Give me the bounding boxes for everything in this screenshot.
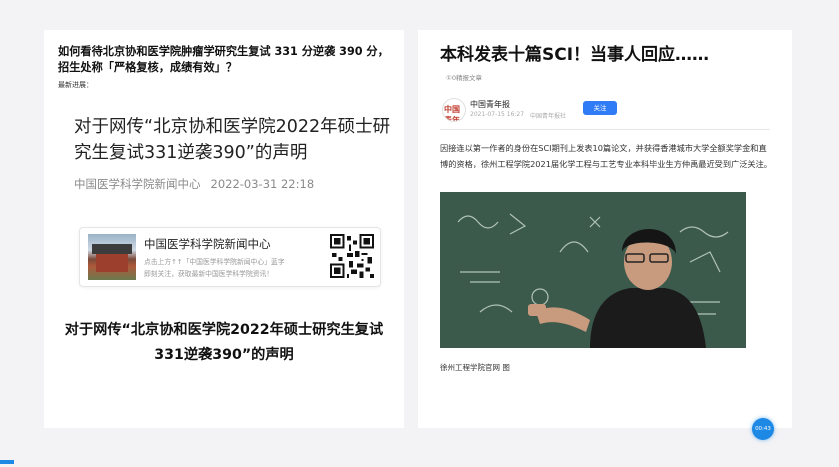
- account-card[interactable]: 中国医学科学院新闻中心 点击上方↑↑「中国医学科学院新闻中心」蓝字 即刻关注，获…: [79, 227, 381, 287]
- author-name[interactable]: 中国青年报: [470, 99, 510, 110]
- article-body: 因接连以第一作者的身份在SCI期刊上发表10篇论文，并获得香港城市大学全额奖学金…: [440, 143, 772, 169]
- publisher-name: 中国青年报社: [530, 113, 567, 120]
- question-title[interactable]: 如何看待北京协和医学院肿瘤学研究生复试 331 分逆袭 390 分，招生处称「严…: [58, 44, 398, 76]
- source-name[interactable]: 中国医学科学院新闻中心: [74, 177, 201, 191]
- left-article-panel: 如何看待北京协和医学院肿瘤学研究生复试 331 分逆袭 390 分，招生处称「严…: [44, 30, 404, 428]
- card-prompt-line2: 即刻关注，获取最新中国医学科学院资讯！: [144, 270, 274, 278]
- bold-statement: 对于网传“北京协和医学院2022年硕士研究生复试331逆袭390”的声明: [64, 322, 384, 363]
- avatar[interactable]: 中国青年报: [442, 98, 466, 122]
- corner-indicator: [0, 460, 14, 464]
- follow-button[interactable]: 关注: [583, 101, 617, 115]
- statement-title: 对于网传“北京协和医学院2022年硕士研究生复试331逆袭390”的声明: [74, 117, 391, 163]
- divider: [440, 129, 770, 130]
- article-photo: [440, 192, 746, 348]
- right-article-panel: 本科发表十篇SCI！当事人回应…… ①0精报文章 中国青年报 中国青年报 202…: [418, 30, 792, 428]
- article-tag: ①0精报文章: [446, 74, 482, 82]
- latest-progress-label: 最新进展：: [58, 81, 93, 89]
- publish-date: 2022-03-31 22:18: [210, 177, 315, 191]
- timer-badge[interactable]: 00:43: [752, 418, 774, 440]
- photo-caption: 徐州工程学院官网 图: [440, 363, 510, 372]
- article-title[interactable]: 本科发表十篇SCI！当事人回应……: [440, 40, 709, 65]
- publish-time: 2021-07-15 16:27: [470, 111, 525, 118]
- card-account-name: 中国医学科学院新闻中心: [144, 237, 271, 251]
- building-image: [88, 234, 136, 280]
- qr-code-icon: [330, 234, 374, 278]
- card-prompt-line1: 点击上方↑↑「中国医学科学院新闻中心」蓝字: [144, 258, 285, 266]
- avatar-text: 中国青年报: [444, 105, 460, 122]
- statement-meta: 中国医学科学院新闻中心 2022-03-31 22:18: [74, 176, 314, 192]
